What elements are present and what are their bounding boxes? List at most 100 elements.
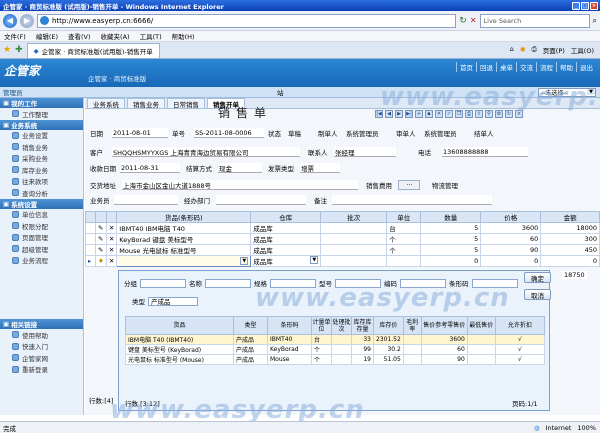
table-row[interactable]: ✎ ✕ KeyBorad 键盘 美标型号 成品库 个5 60 300 [85, 233, 600, 245]
address-field[interactable]: 上海市金山区金山大道1888号 [122, 180, 358, 190]
sidebar-item-permissions[interactable]: 权限分配 [0, 220, 83, 232]
no-field[interactable]: SS-2011-08-0006 [194, 128, 264, 138]
menu-favorites[interactable]: 收藏夹(A) [101, 31, 130, 41]
sidebar-head-system[interactable]: ▣ 系统设置 [0, 198, 83, 209]
menu-view[interactable]: 查看(V) [68, 31, 91, 41]
maker-value: 系统管理员 [346, 130, 379, 138]
edit-icon[interactable]: ✎ [95, 244, 107, 256]
add-favorite-icon[interactable]: ✚ [15, 45, 23, 55]
invoice-field[interactable]: 增票 [300, 163, 340, 173]
refresh-icon[interactable]: ↻ [459, 16, 467, 26]
type-select[interactable]: 产成品 [148, 296, 198, 306]
sidebar-item-company-info[interactable]: 单位信息 [0, 209, 83, 221]
list-item[interactable]: 光电鼠标 标准型号 (Mouse) 产成品 Mouse 个 19 51.05 90 √ [125, 354, 546, 365]
stop-icon[interactable]: ✕ [470, 16, 477, 25]
list-item[interactable]: 键盘 美标型号 (KeyBorad) 产成品 KeyBorad 个 99 30.2 60… [125, 344, 546, 355]
date-field[interactable]: 2011-08-01 [112, 128, 168, 138]
sidebar-item-accounts[interactable]: 往来款项 [0, 176, 83, 188]
search-icon[interactable]: ⌕ [593, 16, 597, 26]
contact-field[interactable]: 张经理 [334, 147, 396, 157]
logistics-link[interactable]: 物流管理 [432, 180, 458, 190]
sidebar-item-analysis[interactable]: 查询分析 [0, 187, 83, 199]
table-row[interactable]: ✎ ✕ Mouse 光电鼠标 标准型号 成品库 个5 90 450 [85, 244, 600, 256]
menu-help[interactable]: 帮助(H) [172, 31, 195, 41]
table-row-new[interactable]: ▸ ♦ ✕ ▼ 成品库 ▼ 0 0 0 [85, 255, 600, 267]
close-button[interactable]: × [590, 1, 598, 10]
phone-field[interactable]: 13608888888 [442, 147, 528, 157]
filter-group-input[interactable] [140, 278, 186, 288]
settle-field[interactable]: 现金 [218, 163, 262, 173]
fee-button[interactable]: ··· [398, 180, 420, 190]
menu-edit[interactable]: 编辑(E) [36, 31, 58, 41]
sidebar-item-biz-settings[interactable]: 业务设置 [0, 130, 83, 142]
sidebar-item-quickstart[interactable]: 快速入门 [0, 341, 83, 353]
edit-icon[interactable]: ✎ [95, 233, 107, 245]
print-icon[interactable]: ⎙ [532, 45, 537, 55]
col-price[interactable]: 价格 [480, 211, 542, 223]
list-item[interactable]: IBM电脑 T40 (IBMT40) 产成品 IBMT40 台 33 2301.52 3… [125, 334, 546, 345]
address-input[interactable]: http://www.easyerp.cn:6666/ [37, 13, 457, 28]
cancel-button[interactable]: 取消 [524, 289, 551, 300]
delete-row-icon[interactable]: ✕ [105, 233, 118, 245]
sidebar-item-super-admin[interactable]: 超级管理 [0, 243, 83, 255]
dropdown-icon[interactable]: ▼ [240, 257, 249, 265]
nav-flow[interactable]: 流程 [536, 62, 556, 72]
menu-tools[interactable]: 工具(T) [140, 31, 162, 41]
sidebar-item-pages[interactable]: 页面管理 [0, 232, 83, 244]
delete-row-icon[interactable]: ✕ [105, 222, 118, 234]
batch-input[interactable] [320, 255, 388, 267]
dropdown-icon[interactable]: ▼ [310, 256, 319, 264]
nav-help[interactable]: 帮助 [556, 62, 576, 72]
favorites-star-icon[interactable]: ★ [3, 45, 11, 55]
sidebar-head-mywork[interactable]: ▣ 我的工作 [0, 98, 83, 108]
sidebar-head-business[interactable]: ▣ 业务系统 [0, 119, 83, 130]
goods-input[interactable]: ▼ [116, 255, 252, 267]
browser-tab-active[interactable]: ◆ 企管家 · 商贸标准版(试用版)-销售开单 [26, 42, 160, 58]
forward-button[interactable]: ▶ [20, 13, 34, 28]
col-goods[interactable]: 货品(条形码) [116, 211, 252, 223]
col-qty[interactable]: 数量 [420, 211, 482, 223]
edit-icon[interactable]: ✎ [95, 222, 107, 234]
col-batch[interactable]: 批次 [320, 211, 388, 223]
search-input[interactable]: Live Search [479, 13, 590, 28]
pay-date-field[interactable]: 2011-08-31 [120, 163, 180, 173]
sidebar-item-inventory[interactable]: 库存业务 [0, 164, 83, 176]
filter-name-input[interactable] [205, 278, 251, 288]
tools-menu[interactable]: 工具(O) [571, 45, 594, 55]
feeds-icon[interactable]: ◉ [520, 45, 526, 55]
minimize-button[interactable]: _ [572, 1, 580, 10]
warehouse-input[interactable]: 成品库 ▼ [250, 255, 322, 267]
nav-back[interactable]: 回退 [476, 62, 496, 72]
page-menu[interactable]: 页面(P) [543, 45, 565, 55]
menu-file[interactable]: 文件(F) [4, 31, 26, 41]
nav-chat[interactable]: 交流 [516, 62, 536, 72]
customer-field[interactable]: SHQQHSMYYXGS 上海青青海边贸易有限公司 [112, 147, 300, 157]
nav-exit[interactable]: 退出 [576, 62, 596, 72]
nav-desk[interactable]: 桌单 [496, 62, 516, 72]
col-unit[interactable]: 单位 [386, 211, 422, 223]
home-icon[interactable]: ⌂ [510, 45, 514, 55]
dept-field[interactable] [216, 195, 306, 205]
col-amount[interactable]: 金额 [540, 211, 600, 223]
col-warehouse[interactable]: 仓库 [250, 211, 322, 223]
zoom-level[interactable]: 100% [577, 424, 596, 432]
sidebar-head-links[interactable]: ▣ 相关链接 [0, 319, 83, 329]
sidebar-item-purchase[interactable]: 采购业务 [0, 153, 83, 165]
delete-row-icon[interactable]: ✕ [105, 244, 118, 256]
salesman-field[interactable] [114, 195, 178, 205]
ok-button[interactable]: 确定 [524, 272, 551, 283]
sidebar-item-help[interactable]: 使用帮助 [0, 329, 83, 341]
sidebar-item-work[interactable]: 工作整理 [0, 108, 83, 120]
nav-home[interactable]: 首页 [456, 62, 476, 72]
sidebar-item-sales[interactable]: 销售业务 [0, 141, 83, 153]
table-row[interactable]: ✎ ✕ IBMT40 IBM电脑 T40 成品库 台5 3600 18000 [85, 222, 600, 234]
current-row-icon: ▸ [85, 255, 96, 267]
sidebar-item-relogin[interactable]: 重新登录 [0, 364, 83, 376]
unit-input[interactable] [386, 255, 422, 267]
sidebar-item-workflow[interactable]: 业务流程 [0, 255, 83, 267]
maximize-button[interactable]: □ [581, 1, 589, 10]
sidebar-item-website[interactable]: 企管家网 [0, 352, 83, 364]
back-button[interactable]: ◀ [3, 13, 17, 28]
delete-row-icon[interactable]: ✕ [105, 255, 118, 267]
remark-field[interactable] [332, 195, 492, 205]
